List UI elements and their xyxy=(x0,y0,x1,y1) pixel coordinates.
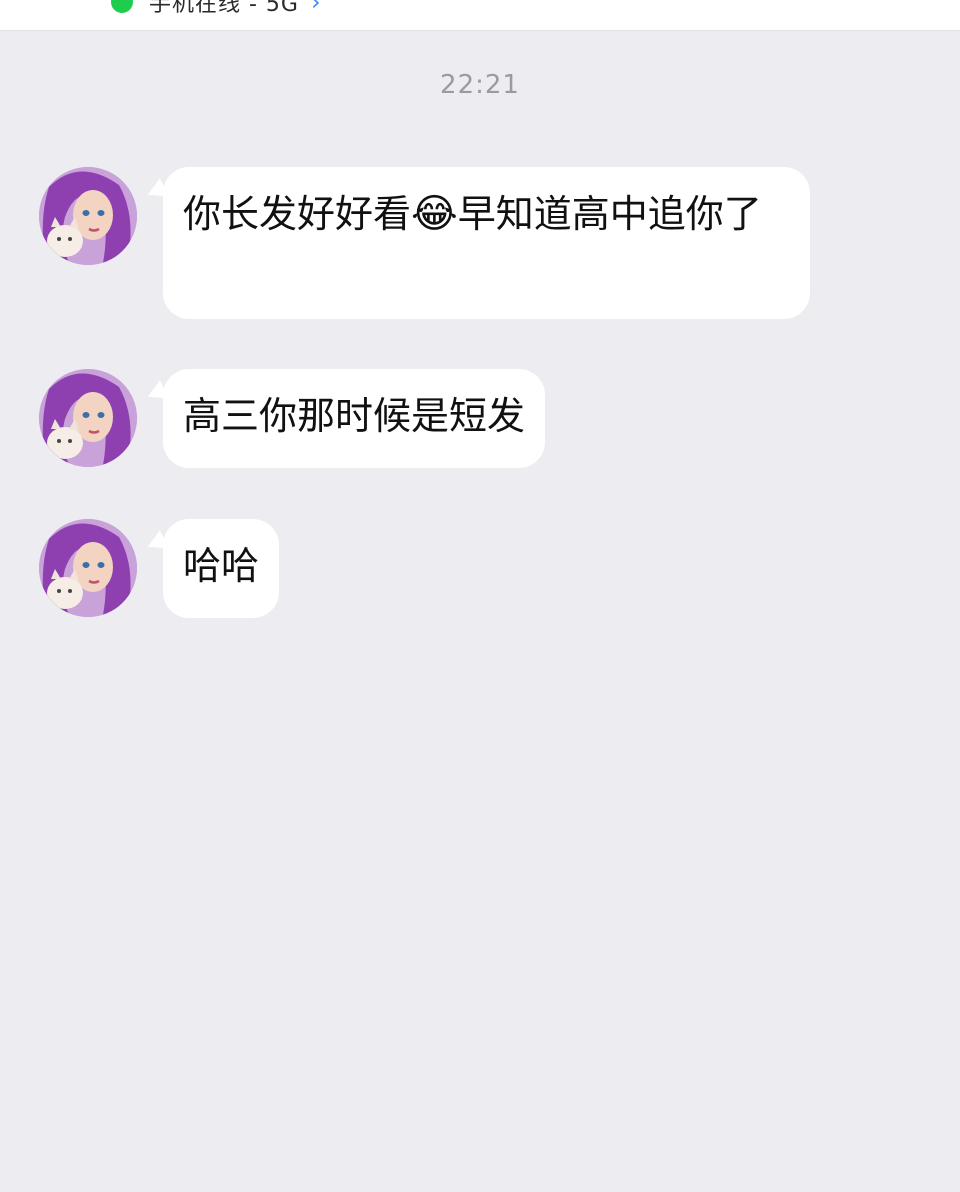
online-status-text: 手机在线 - 5G xyxy=(149,0,299,17)
contact-avatar[interactable] xyxy=(39,369,137,467)
avatar-illustration xyxy=(39,519,137,617)
message-timestamp: 22:21 xyxy=(440,70,520,100)
message-text: 哈哈 xyxy=(183,544,260,588)
bubble-tail xyxy=(143,530,169,556)
avatar-illustration xyxy=(39,369,137,467)
contact-avatar[interactable] xyxy=(39,167,137,265)
message-text: 你长发好好看 xyxy=(183,192,412,236)
message-text: 早知道高中追你了 xyxy=(457,192,762,236)
bubble-tail xyxy=(143,380,169,406)
message-text: 高三你那时候是短发 xyxy=(183,394,526,438)
online-status[interactable]: 手机在线 - 5G › xyxy=(111,0,321,17)
message-bubble[interactable]: 高三你那时候是短发 xyxy=(143,369,546,468)
message-bubble[interactable]: 哈哈 xyxy=(143,519,280,618)
online-status-dot-icon xyxy=(111,0,133,13)
tears-of-joy-emoji-icon: 😂 xyxy=(411,191,458,237)
chevron-right-icon[interactable]: › xyxy=(311,0,321,14)
bubble-tail xyxy=(143,178,169,204)
chat-header: 手机在线 - 5G › xyxy=(0,0,960,31)
avatar-illustration xyxy=(39,167,137,265)
contact-avatar[interactable] xyxy=(39,519,137,617)
message-bubble[interactable]: 你长发好好看😂早知道高中追你了 xyxy=(143,167,810,319)
